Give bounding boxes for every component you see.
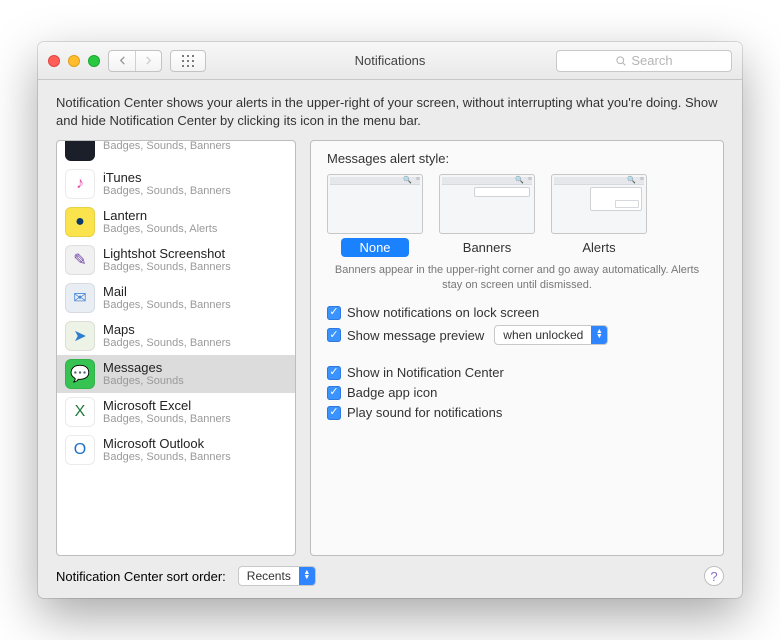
- alert-style-heading: Messages alert style:: [327, 151, 707, 166]
- lock-screen-label: Show notifications on lock screen: [347, 305, 539, 320]
- app-item-lightshot[interactable]: ✎ Lightshot ScreenshotBadges, Sounds, Ban…: [57, 241, 295, 279]
- description-text: Notification Center shows your alerts in…: [56, 94, 724, 130]
- alert-style-none[interactable]: 🔍≡ None: [327, 174, 423, 257]
- app-item-name: Messages: [103, 361, 184, 375]
- app-item-sub: Badges, Sounds: [103, 375, 184, 387]
- preferences-window: Notifications Search Notification Center…: [38, 42, 742, 598]
- app-item-lantern[interactable]: ● LanternBadges, Sounds, Alerts: [57, 203, 295, 241]
- app-item-sub: Badges, Sounds, Banners: [103, 413, 231, 425]
- app-item-mail[interactable]: ✉︎ MailBadges, Sounds, Banners: [57, 279, 295, 317]
- message-preview-label: Show message preview: [347, 328, 484, 343]
- sort-order-label: Notification Center sort order:: [56, 569, 226, 584]
- forward-button[interactable]: [135, 51, 161, 71]
- maps-icon: ➤: [65, 321, 95, 351]
- app-item-name: Mail: [103, 285, 231, 299]
- app-item-name: Maps: [103, 323, 231, 337]
- lantern-icon: ●: [65, 207, 95, 237]
- checkbox-group: ✓ Show notifications on lock screen ✓ Sh…: [327, 305, 707, 420]
- app-item-outlook[interactable]: O Microsoft OutlookBadges, Sounds, Banner…: [57, 431, 295, 469]
- show-in-nc-checkbox[interactable]: ✓ Show in Notification Center: [327, 365, 707, 380]
- alert-style-none-label: None: [341, 238, 408, 257]
- minimize-window-button[interactable]: [68, 55, 80, 67]
- badge-app-icon-checkbox[interactable]: ✓ Badge app icon: [327, 385, 707, 400]
- alert-style-alerts[interactable]: 🔍≡ Alerts: [551, 174, 647, 257]
- app-item-sub: Badges, Sounds, Banners: [103, 141, 231, 152]
- detail-panel: Messages alert style: 🔍≡ None 🔍≡ Banners…: [310, 140, 724, 556]
- app-item-sub: Badges, Sounds, Banners: [103, 185, 231, 197]
- app-item-name: iTunes: [103, 171, 231, 185]
- app-item-name: Lantern: [103, 209, 217, 223]
- app-item-name: Microsoft Excel: [103, 399, 231, 413]
- alert-style-banners-thumb: 🔍≡: [439, 174, 535, 234]
- itunes-icon: ♪: [65, 169, 95, 199]
- app-item-sub: Badges, Sounds, Banners: [103, 299, 231, 311]
- back-button[interactable]: [109, 51, 135, 71]
- nav-back-forward: [108, 50, 162, 72]
- app-item-sub: Badges, Sounds, Banners: [103, 261, 231, 273]
- alert-style-banners-label: Banners: [459, 238, 515, 257]
- app-item-sub: Badges, Sounds, Alerts: [103, 223, 217, 235]
- message-preview-checkbox[interactable]: ✓ Show message preview when unlocked ▲▼: [327, 325, 707, 345]
- mail-icon: ✉︎: [65, 283, 95, 313]
- app-list[interactable]: Badges, Sounds, Banners♪iTunesBadges, So…: [57, 141, 295, 555]
- check-icon: ✓: [327, 366, 341, 380]
- check-icon: ✓: [327, 306, 341, 320]
- sort-order-value: Recents: [239, 569, 299, 583]
- show-all-button[interactable]: [170, 50, 206, 72]
- outlook-icon: O: [65, 435, 95, 465]
- appstore-icon: [65, 141, 95, 161]
- app-item-sub: Badges, Sounds, Banners: [103, 451, 231, 463]
- window-controls: [48, 55, 100, 67]
- search-placeholder: Search: [631, 53, 672, 68]
- app-item-appstore[interactable]: Badges, Sounds, Banners: [57, 141, 295, 165]
- alert-style-none-thumb: 🔍≡: [327, 174, 423, 234]
- alert-style-alerts-thumb: 🔍≡: [551, 174, 647, 234]
- message-preview-select[interactable]: when unlocked ▲▼: [494, 325, 608, 345]
- play-sound-label: Play sound for notifications: [347, 405, 502, 420]
- check-icon: ✓: [327, 406, 341, 420]
- check-icon: ✓: [327, 386, 341, 400]
- app-item-messages[interactable]: 💬 MessagesBadges, Sounds: [57, 355, 295, 393]
- play-sound-checkbox[interactable]: ✓ Play sound for notifications: [327, 405, 707, 420]
- app-item-name: Microsoft Outlook: [103, 437, 231, 451]
- show-in-nc-label: Show in Notification Center: [347, 365, 504, 380]
- lightshot-icon: ✎: [65, 245, 95, 275]
- messages-icon: 💬: [65, 359, 95, 389]
- footer: Notification Center sort order: Recents …: [56, 556, 724, 586]
- alert-style-banners[interactable]: 🔍≡ Banners: [439, 174, 535, 257]
- titlebar: Notifications Search: [38, 42, 742, 80]
- help-button[interactable]: ?: [704, 566, 724, 586]
- app-item-name: Lightshot Screenshot: [103, 247, 231, 261]
- zoom-window-button[interactable]: [88, 55, 100, 67]
- app-item-itunes[interactable]: ♪ iTunesBadges, Sounds, Banners: [57, 165, 295, 203]
- app-item-maps[interactable]: ➤ MapsBadges, Sounds, Banners: [57, 317, 295, 355]
- app-list-container: Badges, Sounds, Banners♪iTunesBadges, So…: [56, 140, 296, 556]
- sort-order-select[interactable]: Recents ▲▼: [238, 566, 316, 586]
- search-icon: [615, 55, 627, 67]
- close-window-button[interactable]: [48, 55, 60, 67]
- panels: Badges, Sounds, Banners♪iTunesBadges, So…: [56, 140, 724, 556]
- excel-icon: X: [65, 397, 95, 427]
- app-item-sub: Badges, Sounds, Banners: [103, 337, 231, 349]
- badge-app-icon-label: Badge app icon: [347, 385, 437, 400]
- lock-screen-checkbox[interactable]: ✓ Show notifications on lock screen: [327, 305, 707, 320]
- app-item-excel[interactable]: X Microsoft ExcelBadges, Sounds, Banners: [57, 393, 295, 431]
- search-field[interactable]: Search: [556, 50, 732, 72]
- chevron-updown-icon: ▲▼: [591, 326, 607, 344]
- alert-style-alerts-label: Alerts: [578, 238, 619, 257]
- content: Notification Center shows your alerts in…: [38, 80, 742, 598]
- alert-style-subnote: Banners appear in the upper-right corner…: [327, 263, 707, 293]
- alert-style-group: 🔍≡ None 🔍≡ Banners 🔍≡ Alerts: [327, 174, 707, 257]
- check-icon: ✓: [327, 328, 341, 342]
- message-preview-value: when unlocked: [495, 328, 591, 342]
- chevron-updown-icon: ▲▼: [299, 567, 315, 585]
